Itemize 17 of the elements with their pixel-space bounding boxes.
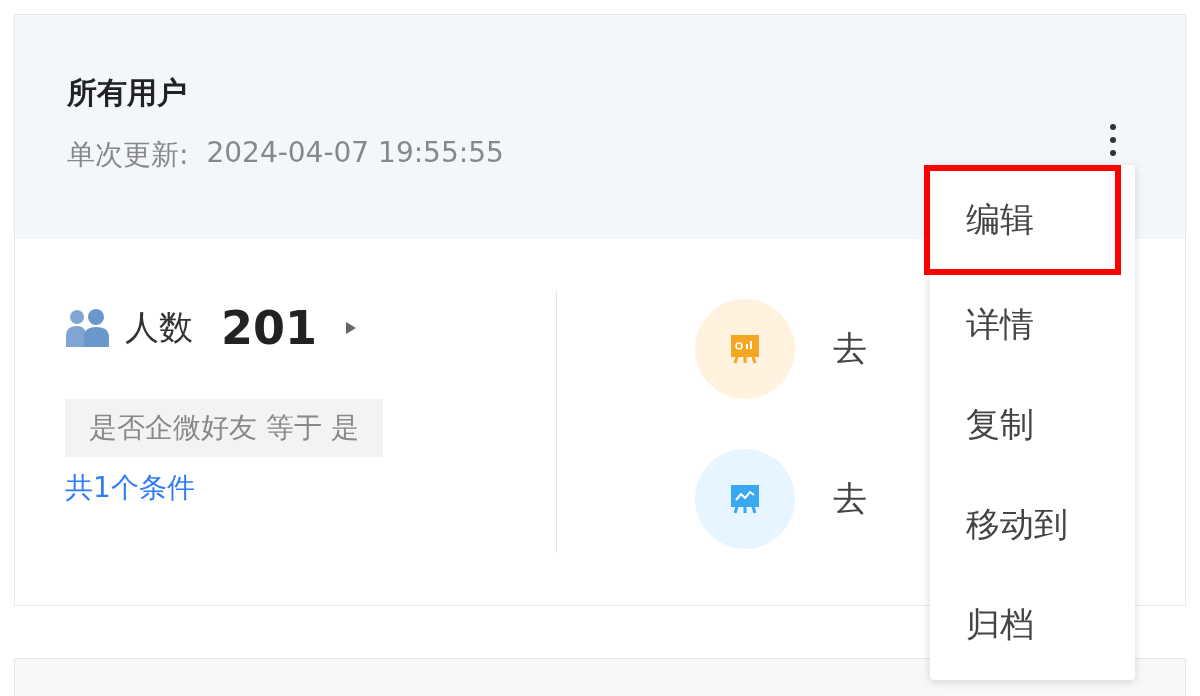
update-label: 单次更新: [67,137,189,173]
menu-item[interactable]: 详情 [930,275,1135,375]
conditions-link[interactable]: 共1个条件 [65,469,195,507]
action-label[interactable]: 去 [833,476,867,522]
action-label[interactable]: 去 [833,326,867,372]
card-title: 所有用户 [67,74,188,112]
more-icon[interactable] [1109,123,1117,157]
count-label: 人数 [125,306,193,349]
menu-item[interactable]: 复制 [930,375,1135,475]
menu-item[interactable]: 归档 [930,575,1135,675]
update-time: 2024-04-07 19:55:55 [206,136,504,171]
menu-item[interactable]: 移动到 [930,475,1135,575]
users-icon [65,308,111,348]
expand-triangle-icon[interactable] [345,321,358,335]
condition-tag: 是否企微好友 等于 是 [65,399,383,457]
menu-item[interactable]: 编辑 [924,165,1121,275]
count-value: 201 [221,301,318,355]
